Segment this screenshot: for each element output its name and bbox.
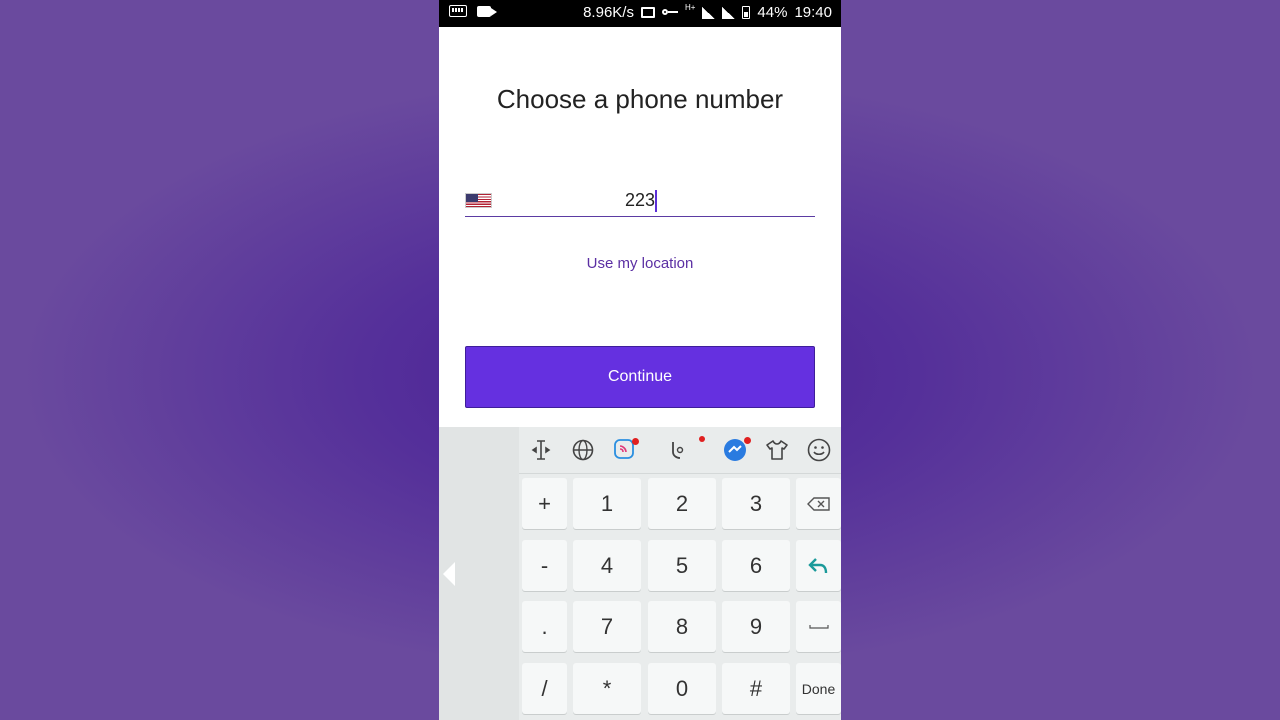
- key-slash[interactable]: /: [522, 663, 567, 714]
- emoji-icon[interactable]: [805, 436, 833, 464]
- key-9[interactable]: 9: [722, 601, 790, 652]
- enter-arrow-icon: [807, 557, 827, 573]
- enter-key[interactable]: [796, 540, 841, 591]
- network-speed: 8.96K/s: [583, 4, 634, 21]
- phone-number-input[interactable]: [465, 185, 815, 217]
- continue-button[interactable]: Continue: [465, 346, 815, 408]
- video-camera-icon: [477, 5, 497, 17]
- backspace-key[interactable]: [796, 478, 841, 529]
- sticker-icon[interactable]: [611, 436, 639, 464]
- key-4[interactable]: 4: [573, 540, 641, 591]
- signal-icon-2: [722, 6, 736, 19]
- battery-icon: [742, 6, 751, 19]
- phone-screen: 8.96K/s H+ 44% 19:40 Choose a phone numb…: [439, 0, 841, 720]
- key-minus[interactable]: -: [522, 540, 567, 591]
- key-6[interactable]: 6: [722, 540, 790, 591]
- space-bar-icon: [808, 624, 829, 629]
- network-type: H+: [684, 3, 696, 12]
- space-key[interactable]: [796, 601, 841, 652]
- signal-icon: [702, 6, 716, 19]
- key-2[interactable]: 2: [648, 478, 716, 529]
- key-dot[interactable]: .: [522, 601, 567, 652]
- use-my-location-link[interactable]: Use my location: [439, 255, 841, 272]
- key-7[interactable]: 7: [573, 601, 641, 652]
- key-hash[interactable]: #: [722, 663, 790, 714]
- key-asterisk[interactable]: *: [573, 663, 641, 714]
- key-8[interactable]: 8: [648, 601, 716, 652]
- text-cursor: [655, 190, 657, 212]
- backspace-icon: [806, 496, 830, 511]
- keyboard-icon: [449, 5, 467, 17]
- key-0[interactable]: 0: [648, 663, 716, 714]
- keyboard-toolbar: [519, 427, 841, 474]
- key-1[interactable]: 1: [573, 478, 641, 529]
- key-5[interactable]: 5: [648, 540, 716, 591]
- status-bar: 8.96K/s H+ 44% 19:40: [439, 0, 841, 27]
- voice-icon[interactable]: [665, 436, 705, 464]
- numeric-keyboard: + 1 2 3 - 4 5 6 . 7 8 9 / * 0 # Done: [439, 427, 841, 720]
- collapse-arrow-icon[interactable]: [443, 562, 455, 586]
- vpn-key-icon: [661, 9, 678, 16]
- game-icon[interactable]: [721, 436, 751, 464]
- globe-icon[interactable]: [569, 436, 597, 464]
- cast-icon: [640, 7, 655, 18]
- battery-percent: 44%: [757, 4, 788, 21]
- done-key[interactable]: Done: [796, 663, 841, 714]
- cursor-icon[interactable]: [527, 436, 555, 464]
- key-plus[interactable]: +: [522, 478, 567, 529]
- theme-shirt-icon[interactable]: [763, 436, 791, 464]
- keyboard-side-panel: [439, 427, 519, 720]
- page-title: Choose a phone number: [496, 84, 784, 114]
- clock: 19:40: [794, 4, 832, 21]
- key-3[interactable]: 3: [722, 478, 790, 529]
